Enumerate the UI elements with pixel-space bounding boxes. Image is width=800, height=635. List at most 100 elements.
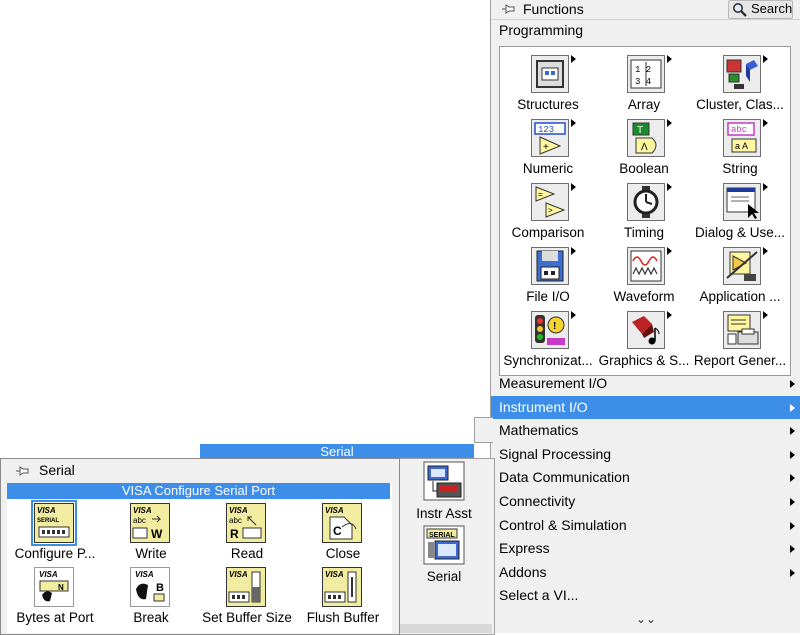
palette-item-flush-buffer[interactable]: VISA Flush Buffer [295, 565, 391, 627]
svg-text:1 2: 1 2 [635, 65, 651, 75]
palette-item-read[interactable]: VISA abc R Read [199, 501, 295, 563]
category-connectivity[interactable]: Connectivity [491, 490, 800, 513]
palette-item-close[interactable]: VISA C Close [295, 501, 391, 563]
category-label: Data Communication [499, 469, 630, 485]
category-label: Select a VI... [499, 587, 579, 603]
category-signal-processing[interactable]: Signal Processing [491, 443, 800, 466]
functions-title: Functions [523, 1, 584, 17]
palette-item-array[interactable]: 1 23 4 Array [596, 51, 692, 115]
palette-item-break[interactable]: VISA B Break [103, 565, 199, 627]
svg-text:B: B [156, 582, 164, 594]
palette-item-label: Graphics & S... [598, 353, 690, 368]
category-label: Mathematics [499, 422, 579, 438]
palette-item-dialog[interactable]: Dialog & Use... [692, 179, 788, 243]
svg-text:W: W [151, 527, 163, 541]
visa-flush-buffer-icon: VISA [322, 567, 362, 607]
thumbtack-pin-icon[interactable] [501, 2, 517, 19]
palette-item-label: Break [133, 610, 169, 625]
serial-hover-label: Serial [200, 444, 474, 459]
palette-item-label: Comparison [511, 225, 585, 240]
palette-item-label: Flush Buffer [306, 610, 380, 625]
submenu-arrow-icon [790, 404, 795, 412]
palette-item-string[interactable]: abc a A String [692, 115, 788, 179]
palette-item-label: Numeric [522, 161, 574, 176]
cluster-icon [723, 55, 768, 93]
svg-text:abc: abc [133, 516, 146, 525]
palette-item-cluster[interactable]: Cluster, Clas... [692, 51, 788, 115]
expand-more-icon[interactable]: ⌄⌄ [636, 612, 656, 626]
palette-item-serial[interactable]: SERIAL Serial [402, 525, 486, 584]
category-express[interactable]: Express [491, 537, 800, 560]
select-a-vi[interactable]: Select a VI... [491, 584, 800, 607]
palette-item-label: Write [135, 546, 167, 561]
category-measurement-io[interactable]: Measurement I/O [491, 372, 800, 395]
svg-text:abc: abc [731, 125, 747, 135]
waveform-icon [627, 247, 672, 285]
palette-item-synchronization[interactable]: ! Synchronizat... [500, 307, 596, 371]
palette-item-report-generation[interactable]: Report Gener... [692, 307, 788, 371]
submenu-arrow-icon [790, 569, 795, 577]
palette-item-comparison[interactable]: = > Comparison [500, 179, 596, 243]
palette-item-instr-asst[interactable]: Instr Asst [402, 461, 486, 521]
palette-item-set-buffer-size[interactable]: VISA Set Buffer Size [199, 565, 295, 627]
category-label: Programming [499, 22, 584, 38]
palette-item-structures[interactable]: Structures [500, 51, 596, 115]
functions-title-bar[interactable]: Functions Search [491, 0, 800, 20]
comparison-icon: = > [531, 183, 576, 221]
category-label: Addons [499, 564, 547, 580]
report-generation-icon [723, 311, 768, 349]
palette-item-bytes-at-port[interactable]: VISA N Bytes at Port [7, 565, 103, 627]
category-programming[interactable]: Programming [491, 19, 800, 42]
palette-item-boolean[interactable]: TΛ Boolean [596, 115, 692, 179]
svg-text:VISA: VISA [325, 570, 344, 579]
svg-text:VISA: VISA [133, 506, 152, 515]
palette-item-file-io[interactable]: File I/O [500, 243, 596, 307]
palette-item-graphics-sound[interactable]: Graphics & S... [596, 307, 692, 371]
instrument-io-palette-edge [474, 417, 493, 443]
svg-text:VISA: VISA [135, 570, 154, 579]
category-instrument-io[interactable]: Instrument I/O [491, 396, 800, 419]
palette-item-label: Application ... [699, 289, 781, 304]
svg-text:3 4: 3 4 [635, 77, 651, 87]
palette-item-label: Instr Asst [416, 506, 472, 521]
submenu-arrow-icon [790, 427, 795, 435]
palette-item-configure-port[interactable]: VISA SERIAL Configure P... [7, 500, 103, 563]
array-icon: 1 23 4 [627, 55, 672, 93]
serial-palette-title: Serial [39, 462, 75, 478]
palette-item-label: Cluster, Clas... [696, 97, 784, 112]
palette-item-application-control[interactable]: Application ... [692, 243, 788, 307]
palette-item-label: Waveform [613, 289, 675, 304]
visa-close-icon: VISA C [322, 503, 362, 543]
svg-text:a A: a A [735, 141, 748, 151]
visa-bytes-at-port-icon: VISA N [34, 567, 74, 607]
palette-item-waveform[interactable]: Waveform [596, 243, 692, 307]
submenu-arrow-icon [790, 498, 795, 506]
string-icon: abc a A [723, 119, 768, 157]
category-control-simulation[interactable]: Control & Simulation [491, 514, 800, 537]
svg-text:T: T [637, 125, 643, 136]
functions-palette: Functions Search Programming Structures … [490, 0, 800, 633]
search-button[interactable]: Search [728, 0, 793, 19]
timing-icon [627, 183, 672, 221]
thumbtack-pin-icon[interactable] [15, 464, 31, 481]
palette-item-label: Synchronizat... [503, 353, 593, 368]
file-io-icon [531, 247, 576, 285]
boolean-icon: TΛ [627, 119, 672, 157]
category-data-communication[interactable]: Data Communication [491, 466, 800, 489]
palette-item-label: Bytes at Port [16, 610, 94, 625]
magnifier-icon [733, 3, 747, 17]
palette-item-numeric[interactable]: 123 + Numeric [500, 115, 596, 179]
palette-item-label: Boolean [619, 161, 669, 176]
category-mathematics[interactable]: Mathematics [491, 419, 800, 442]
palette-item-timing[interactable]: Timing [596, 179, 692, 243]
category-label: Connectivity [499, 493, 576, 509]
visa-break-icon: VISA B [130, 567, 170, 607]
svg-text:!: ! [553, 321, 556, 332]
submenu-arrow-icon [790, 522, 795, 530]
svg-text:VISA: VISA [37, 506, 56, 515]
palette-item-label: Array [627, 97, 661, 112]
structures-icon [531, 55, 576, 93]
svg-text:+: + [543, 142, 549, 153]
category-addons[interactable]: Addons [491, 561, 800, 584]
palette-item-write[interactable]: VISA abc W Write [103, 501, 199, 563]
